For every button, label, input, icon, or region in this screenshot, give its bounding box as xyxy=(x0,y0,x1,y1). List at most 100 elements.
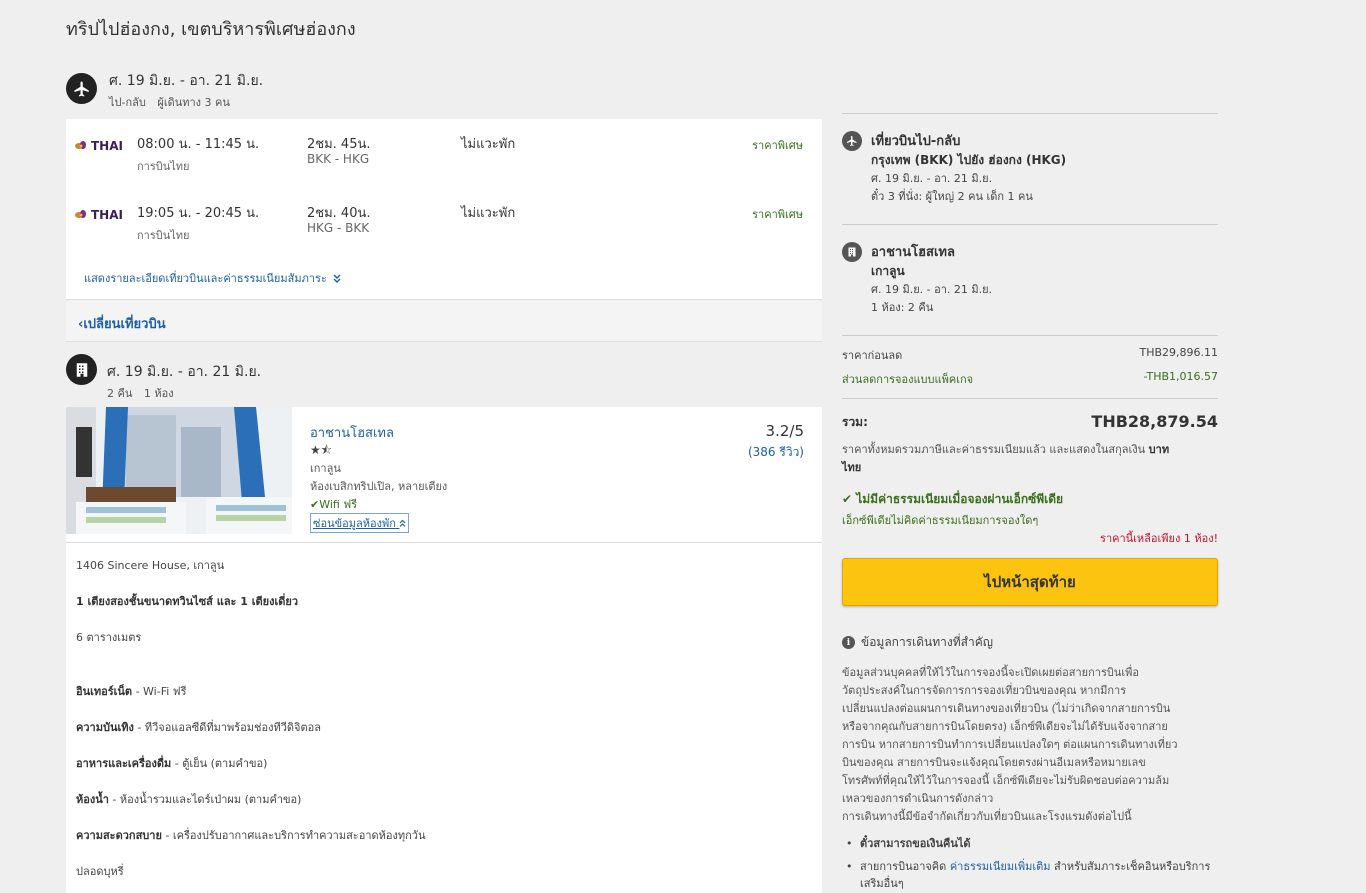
hotel-section-summary: 2 คืน 1 ห้อง xyxy=(107,384,182,402)
info-line: การเดินทางนี้มีข้อจำกัดเกี่ยวกับเที่ยวบิ… xyxy=(842,810,1132,823)
review-score: 3.2/5 xyxy=(765,422,804,440)
hide-room-info-link[interactable]: ซ่อนข้อมูลห้องพัก xyxy=(310,513,410,533)
divider xyxy=(842,224,1218,225)
amenity-label: ห้องน้ำ xyxy=(76,793,109,806)
smoking-policy: ปลอดบุหรี่ xyxy=(76,865,124,878)
review-count-link[interactable]: (386 รีวิว) xyxy=(748,443,804,462)
rooms-count: 1 ห้อง xyxy=(143,387,174,400)
hotel-name-link[interactable]: อาชานโฮสเทล xyxy=(310,422,394,443)
flight-route: BKK - HKG xyxy=(307,152,370,166)
sidebar-hotel-title: อาชานโฮสเทล xyxy=(871,245,955,260)
airplane-icon xyxy=(66,73,97,104)
building-icon xyxy=(66,354,97,385)
info-line: เปลี่ยนแปลงต่อแผนการเดินทางของเที่ยวบิน … xyxy=(842,702,1171,715)
no-fee-title-text: ไม่มีค่าธรรมเนียมเมื่อจองผ่านเอ็กซ์พีเดี… xyxy=(856,492,1064,506)
info-line: เหลวของการดำเนินการดังกล่าว xyxy=(842,792,994,805)
no-booking-fee-sub: เอ็กซ์พีเดียไม่คิดค่าธรรมเนียมการจองใดๆ xyxy=(842,514,1039,527)
flight-duration: 2ชม. 45น. xyxy=(307,137,371,152)
extra-fees-link[interactable]: ค่าธรรมเนียมเพิ่มเติม xyxy=(950,860,1051,873)
airline-logo-text: THAI xyxy=(91,208,123,222)
bullet-text: สายการบินอาจคิด xyxy=(860,860,950,873)
info-icon: i xyxy=(842,636,855,649)
hotel-section-dates: ศ. 19 มิ.ย. - อา. 21 มิ.ย. xyxy=(107,364,262,380)
flight-stops: ไม่แวะพัก xyxy=(461,137,516,152)
info-line: หรือจากคุณกับสายการบินโดยตรง) เอ็กซ์พีเด… xyxy=(842,720,1168,733)
amenity-internet: อินเทอร์เน็ต - Wi-Fi ฟรี xyxy=(76,682,186,700)
flight-section-dates: ศ. 19 มิ.ย. - อา. 21 มิ.ย. xyxy=(109,73,264,89)
traveler-count: ผู้เดินทาง 3 คน xyxy=(157,96,230,109)
currency-name: บาท xyxy=(1148,443,1170,456)
bed-config-text: 1 เตียงสองชั้นขนาดทวินไซส์ และ 1 เตียงเด… xyxy=(76,595,299,608)
last-room-alert: ราคานี้เหลือเพียง 1 ห้อง! xyxy=(1100,532,1218,545)
info-heading-text: ข้อมูลการเดินทางที่สำคัญ xyxy=(861,635,993,649)
hotel-room-photo xyxy=(66,407,292,534)
flight-details-label: แสดงรายละเอียดเที่ยวบินและค่าธรรมเนียมสั… xyxy=(84,272,327,285)
total-note: ราคาทั้งหมดรวมภาษีและค่าธรรมเนียมแล้ว แล… xyxy=(842,441,1218,477)
discount-label: ส่วนลดการจองแบบแพ็คเกจ xyxy=(842,373,974,386)
sidebar-flight-route: กรุงเทพ (BKK) ไปยัง ฮ่องกง (HKG) xyxy=(871,153,1067,167)
hotel-card: อาชานโฮสเทล ★⯪ เกาลูน ห้องเบสิกทริปเปิล,… xyxy=(66,407,822,893)
total-label: รวม: xyxy=(842,415,868,429)
divider xyxy=(842,335,1218,336)
room-type: ห้องเบสิกทริปเปิล, หลายเตียง xyxy=(310,480,448,493)
price-before-value: THB29,896.11 xyxy=(1139,346,1218,359)
flight-route: HKG - BKK xyxy=(307,221,370,235)
room-size: 6 ตารางเมตร xyxy=(76,631,142,644)
checkout-button[interactable]: ไปหน้าสุดท้าย xyxy=(842,558,1218,606)
amenity-comfort: ความสะดวกสบาย - เครื่องปรับอากาศและบริกา… xyxy=(76,826,425,844)
amenity-label: ความสะดวกสบาย xyxy=(76,829,162,842)
checkmark-icon: ✔ xyxy=(310,498,320,511)
hide-room-info-label: ซ่อนข้อมูลห้องพัก xyxy=(313,517,396,530)
sidebar-flight-dates: ศ. 19 มิ.ย. - อา. 21 มิ.ย. xyxy=(871,172,993,185)
package-discount-row: ส่วนลดการจองแบบแพ็คเกจ -THB1,016.57 xyxy=(842,370,1218,388)
amenity-value: - เครื่องปรับอากาศและบริการทำความสะอาดห้… xyxy=(161,829,426,842)
discount-value: -THB1,016.57 xyxy=(1143,370,1218,383)
restrictions-list: ตั๋วสามารถขอเงินคืนได้ สายการบินอาจคิด ค… xyxy=(842,835,1218,893)
chevron-double-up-icon xyxy=(399,519,406,527)
flight-section-summary: ไป-กลับ ผู้เดินทาง 3 คน xyxy=(109,93,238,111)
flight-row-return: THAI 19:05 น. - 20:45 น. การบินไทย 2ชม. … xyxy=(66,188,822,248)
divider xyxy=(842,113,1218,114)
important-info-heading: i ข้อมูลการเดินทางที่สำคัญ xyxy=(842,633,993,652)
total-note-text: ราคาทั้งหมดรวมภาษีและค่าธรรมเนียมแล้ว แล… xyxy=(842,443,1149,456)
info-line: ข้อมูลส่วนบุคคลที่ให้ไว้ในการจองนี้จะเปิ… xyxy=(842,666,1139,679)
divider xyxy=(66,542,822,543)
amenity-value: - ห้องน้ำรวมและไดร์เป่าผม (ตามคำขอ) xyxy=(108,793,302,806)
flight-time: 19:05 น. - 20:45 น. xyxy=(137,206,260,221)
change-flight-link[interactable]: ‹เปลี่ยนเที่ยวบิน xyxy=(78,313,166,334)
refundable-text: ตั๋วสามารถขอเงินคืนได้ xyxy=(860,837,971,850)
important-info-text: ข้อมูลส่วนบุคคลที่ให้ไว้ในการจองนี้จะเปิ… xyxy=(842,664,1218,826)
page-title: ทริปไปฮ่องกง, เขตบริหารพิเศษฮ่องกง xyxy=(66,19,356,40)
flight-price-label: ราคาพิเศษ xyxy=(752,208,803,221)
trip-type: ไป-กลับ xyxy=(109,96,146,109)
amenity-label: อาหารและเครื่องดื่ม xyxy=(76,757,172,770)
list-item: ตั๋วสามารถขอเงินคืนได้ xyxy=(842,835,1218,852)
divider xyxy=(842,398,1218,399)
amenity-bathroom: ห้องน้ำ - ห้องน้ำรวมและไดร์เป่าผม (ตามคำ… xyxy=(76,790,301,808)
amenity-value: - ทีวีจอแอลซีดีที่มาพร้อมช่องทีวีดิจิตอล xyxy=(133,721,321,734)
nights-count: 2 คืน xyxy=(107,387,133,400)
amenity-value: - ตู้เย็น (ตามคำขอ) xyxy=(171,757,268,770)
sidebar-flight-title: เที่ยวบินไป-กลับ xyxy=(871,134,961,149)
wifi-badge: ✔Wifi ฟรี xyxy=(310,495,357,513)
sidebar-hotel-area: เกาลูน xyxy=(871,264,905,278)
amenity-food: อาหารและเครื่องดื่ม - ตู้เย็น (ตามคำขอ) xyxy=(76,754,267,772)
sidebar-flight-tickets: ตั๋ว 3 ที่นั่ง: ผู้ใหญ่ 2 คน เด็ก 1 คน xyxy=(871,190,1033,203)
building-icon xyxy=(842,242,862,262)
flight-details-link[interactable]: แสดงรายละเอียดเที่ยวบินและค่าธรรมเนียมสั… xyxy=(84,269,341,287)
price-before-row: ราคาก่อนลด THB29,896.11 xyxy=(842,346,1218,364)
chevron-double-down-icon xyxy=(333,274,341,283)
total-price: THB28,879.54 xyxy=(1091,412,1218,431)
info-line: โทรศัพท์ที่คุณให้ไว้ในการจองนี้ เอ็กซ์พี… xyxy=(842,774,1170,787)
wifi-label: Wifi ฟรี xyxy=(319,498,358,511)
amenity-label: อินเทอร์เน็ต xyxy=(76,685,133,698)
list-item: สายการบินอาจคิด ค่าธรรมเนียมเพิ่มเติม สำ… xyxy=(842,858,1218,892)
flight-time: 08:00 น. - 11:45 น. xyxy=(137,137,260,152)
thai-airways-logo: THAI xyxy=(74,139,123,153)
info-line: วัตถุประสงค์ในการจัดการการจองเที่ยวบินขอ… xyxy=(842,684,1127,697)
airline-name: การบินไทย xyxy=(137,160,190,173)
change-flight-label: เปลี่ยนเที่ยวบิน xyxy=(83,317,166,332)
airline-logo-text: THAI xyxy=(91,139,123,153)
bed-config: 1 เตียงสองชั้นขนาดทวินไซส์ และ 1 เตียงเด… xyxy=(76,592,298,610)
airplane-icon xyxy=(842,131,862,151)
